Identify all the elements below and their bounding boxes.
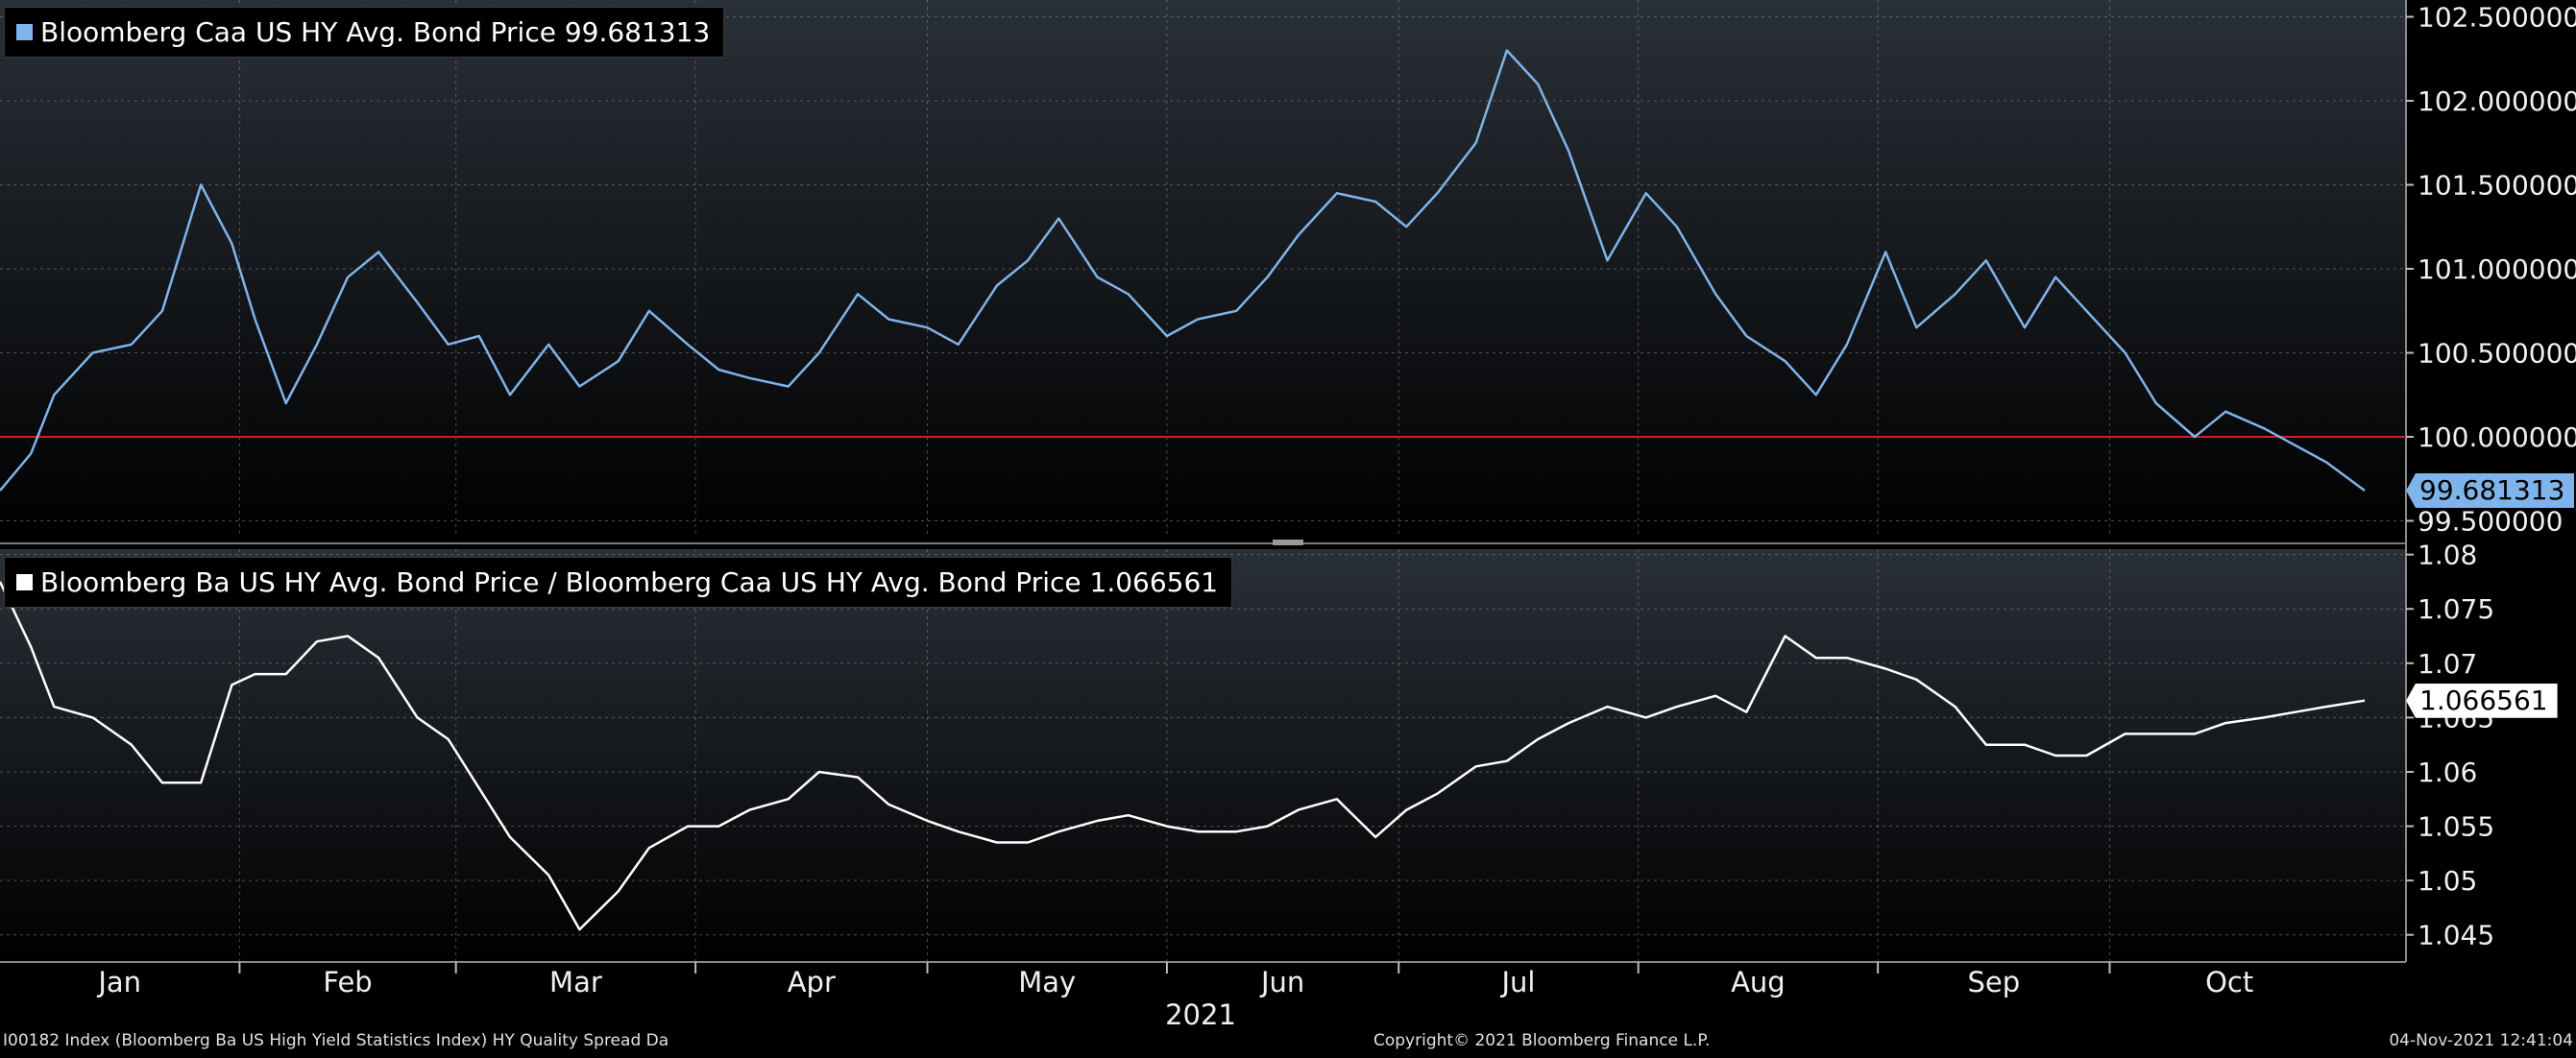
panel-resize-handle[interactable] bbox=[1273, 540, 1303, 545]
footer-copyright: Copyright© 2021 Bloomberg Finance L.P. bbox=[1373, 1031, 1711, 1050]
y-tick-label: 101.000000 bbox=[2418, 253, 2576, 285]
footer-source: I00182 Index (Bloomberg Ba US High Yield… bbox=[3, 1031, 669, 1050]
caa-series-swatch bbox=[16, 24, 33, 40]
y-tick-label: 102.000000 bbox=[2418, 85, 2576, 117]
x-tick-label: Jun bbox=[1259, 966, 1304, 998]
x-tick-label: Aug bbox=[1731, 966, 1786, 998]
y-tick-label: 100.000000 bbox=[2418, 421, 2576, 453]
footer-timestamp: 04-Nov-2021 12:41:04 bbox=[2389, 1031, 2573, 1050]
y-tick-label: 1.045 bbox=[2418, 920, 2494, 951]
x-tick-label: Mar bbox=[549, 966, 602, 998]
x-tick-label: Feb bbox=[323, 966, 372, 998]
chart-canvas: 102.500000 102.000000 101.500000 101.000000… bbox=[0, 0, 2576, 1031]
y-tick-label: 102.500000 bbox=[2418, 2, 2576, 34]
x-tick-label: Jul bbox=[1499, 966, 1535, 998]
x-year-label: 2021 bbox=[1165, 998, 1236, 1031]
x-tick-label: Oct bbox=[2205, 966, 2253, 998]
top-last-value-badge: 99.681313 bbox=[2406, 473, 2575, 508]
y-tick-label: 1.07 bbox=[2418, 648, 2477, 680]
y-tick-label: 1.06 bbox=[2418, 757, 2477, 788]
y-tick-label: 1.075 bbox=[2418, 593, 2494, 625]
bottom-chart-legend: Bloomberg Ba US HY Avg. Bond Price / Blo… bbox=[4, 557, 1233, 608]
x-tick-label: May bbox=[1018, 966, 1076, 998]
y-tick-label: 1.08 bbox=[2418, 540, 2477, 571]
x-tick-label: Sep bbox=[1967, 966, 2020, 998]
bottom-panel-background bbox=[0, 549, 2406, 962]
y-tick-label: 1.055 bbox=[2418, 811, 2494, 843]
bottom-legend-text: Bloomberg Ba US HY Avg. Bond Price / Blo… bbox=[40, 566, 1219, 598]
y-tick-label: 101.500000 bbox=[2418, 170, 2576, 202]
x-tick-label: Apr bbox=[788, 966, 836, 998]
y-tick-label: 1.05 bbox=[2418, 865, 2477, 897]
ratio-series-swatch bbox=[16, 574, 33, 590]
bottom-last-value-badge: 1.066561 bbox=[2406, 683, 2558, 718]
top-legend-text: Bloomberg Caa US HY Avg. Bond Price 99.6… bbox=[40, 16, 711, 48]
y-tick-label: 99.500000 bbox=[2418, 506, 2563, 538]
top-chart-legend: Bloomberg Caa US HY Avg. Bond Price 99.6… bbox=[4, 7, 725, 58]
y-tick-label: 100.500000 bbox=[2418, 338, 2576, 370]
x-tick-label: Jan bbox=[96, 966, 141, 998]
